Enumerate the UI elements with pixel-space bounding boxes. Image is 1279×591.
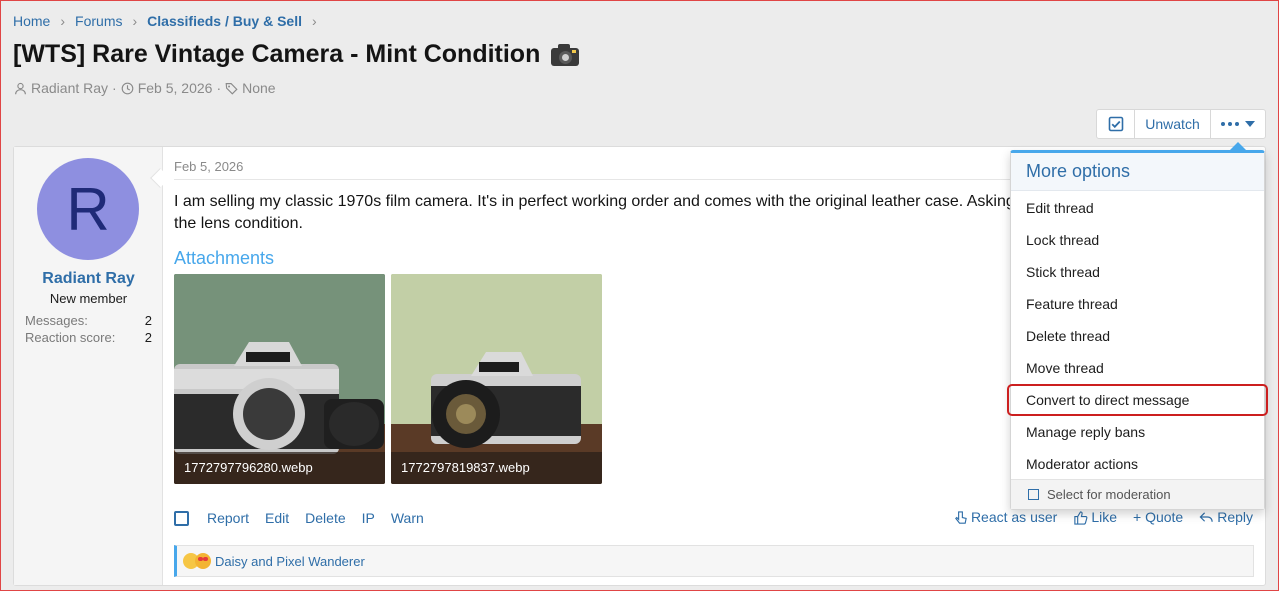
post-actions: Report Edit Delete IP Warn [174,510,440,526]
checkbox-checked-icon [1108,116,1123,132]
like-button[interactable]: Like [1073,509,1117,525]
reply-arrow-icon [1199,511,1213,522]
thread-date[interactable]: Feb 5, 2026 [138,80,213,96]
tag-icon [225,82,238,95]
report-link[interactable]: Report [207,510,249,526]
attachment-thumbnail[interactable]: 1772797819837.webp [391,274,602,484]
avatar[interactable]: R [37,158,139,260]
warn-link[interactable]: Warn [391,510,424,526]
select-for-moderation-label: Select for moderation [1047,487,1171,502]
menu-item-lock-thread[interactable]: Lock thread [1011,224,1264,256]
meta-separator: · [112,80,117,96]
camera-icon [550,43,580,67]
edit-link[interactable]: Edit [265,510,289,526]
chevron-right-icon: › [60,13,66,29]
reactions-text[interactable]: Daisy and Pixel Wanderer [215,554,365,569]
chevron-right-icon: › [312,13,317,29]
breadcrumb-classifieds[interactable]: Classifieds / Buy & Sell [147,13,302,29]
user-title: New member [49,291,128,306]
menu-item-edit-thread[interactable]: Edit thread [1011,192,1264,224]
thread-author[interactable]: Radiant Ray [31,80,108,96]
pointer-hand-icon [954,510,967,524]
menu-item-moderator-actions[interactable]: Moderator actions [1011,448,1264,480]
chevron-right-icon: › [132,13,138,29]
post-user-column: R Radiant Ray New member Messages: 2 Rea… [14,147,163,585]
menu-item-move-thread[interactable]: Move thread [1011,352,1264,384]
quote-button[interactable]: + Quote [1133,509,1183,525]
stat-value: 2 [144,313,152,328]
more-options-button[interactable] [1211,110,1265,138]
reply-label: Reply [1217,509,1253,525]
heart-eyes-emoji-icon [195,553,211,569]
react-as-user-label: React as user [970,509,1058,525]
breadcrumb: Home › Forums › Classifieds / Buy & Sell… [13,13,327,29]
like-label: Like [1091,509,1117,525]
stat-label: Messages: [25,313,88,328]
stat-value: 2 [144,330,152,345]
breadcrumb-home[interactable]: Home [13,13,50,29]
select-thread-button[interactable] [1097,110,1135,138]
menu-header: More options [1011,153,1264,191]
thumbs-up-icon [1074,510,1088,525]
attachment-filename: 1772797819837.webp [391,452,602,484]
post-actions-right: React as user Like + Quote Reply [953,509,1253,525]
thread-tags: None [242,80,276,96]
meta-separator: · [216,80,222,96]
menu-item-delete-thread[interactable]: Delete thread [1011,320,1264,352]
post-date[interactable]: Feb 5, 2026 [174,159,243,174]
react-as-user-button[interactable]: React as user [953,509,1057,525]
menu-arrow [1230,142,1246,150]
page-title: [WTS] Rare Vintage Camera - Mint Conditi… [13,40,580,69]
select-post-checkbox[interactable] [174,510,189,526]
stat-reaction-score: Reaction score: 2 [25,330,152,345]
attachment-thumbnail[interactable]: 1772797796280.webp [174,274,385,484]
reply-button[interactable]: Reply [1199,509,1253,525]
post-username[interactable]: Radiant Ray [14,270,163,288]
ellipsis-icon [1221,122,1239,126]
caret-down-icon [1245,121,1255,127]
breadcrumb-forums[interactable]: Forums [75,13,122,29]
checkbox-icon [1028,489,1039,500]
ip-link[interactable]: IP [362,510,375,526]
user-icon [15,82,26,94]
menu-item-manage-reply-bans[interactable]: Manage reply bans [1011,416,1264,448]
attachments-title: Attachments [174,248,275,268]
clock-icon [121,82,134,94]
thread-title-text: [WTS] Rare Vintage Camera - Mint Conditi… [13,40,541,68]
menu-item-feature-thread[interactable]: Feature thread [1011,288,1264,320]
select-for-moderation[interactable]: Select for moderation [1011,479,1264,509]
reaction-icons [183,553,211,569]
unwatch-button[interactable]: Unwatch [1135,110,1211,138]
more-options-menu: More options Edit thread Lock thread Sti… [1007,150,1268,510]
stat-messages: Messages: 2 [25,313,152,328]
menu-item-convert-to-direct-message[interactable]: Convert to direct message [1007,384,1268,416]
quote-label: + Quote [1133,509,1184,525]
thread-toolbar: Unwatch [1096,109,1266,139]
menu-item-stick-thread[interactable]: Stick thread [1011,256,1264,288]
attachment-filename: 1772797796280.webp [174,452,385,484]
reactions-bar[interactable]: Daisy and Pixel Wanderer [174,545,1254,577]
stat-label: Reaction score: [25,330,116,345]
thread-meta: Radiant Ray · Feb 5, 2026 · None [14,80,276,96]
delete-link[interactable]: Delete [305,510,345,526]
